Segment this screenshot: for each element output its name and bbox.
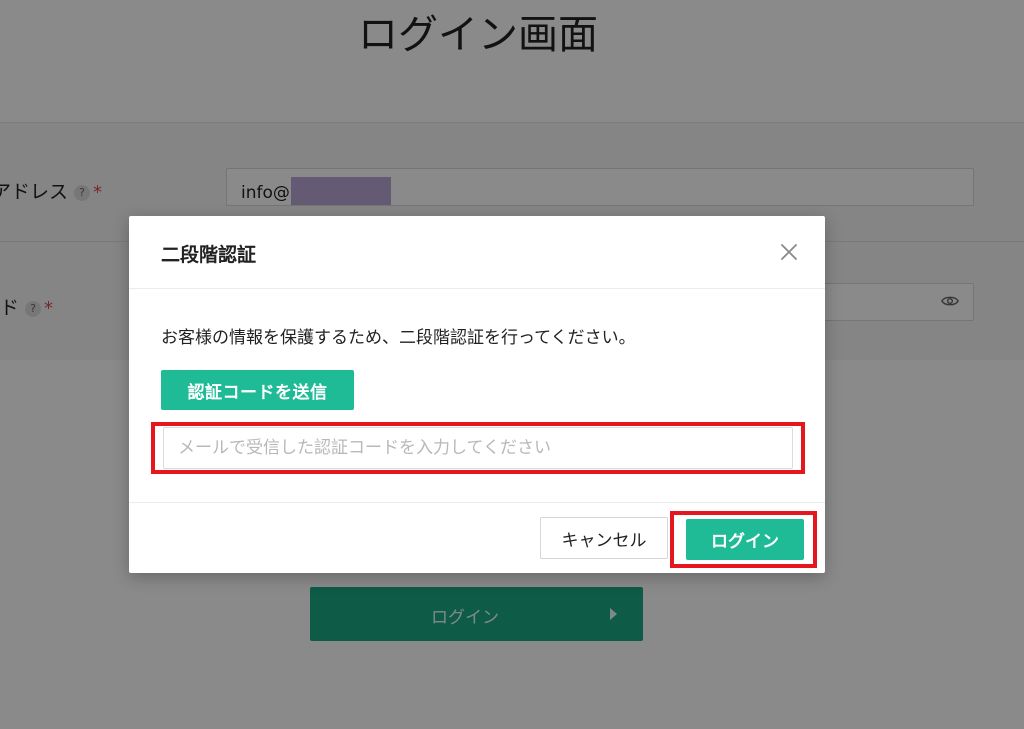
dialog-message: お客様の情報を保護するため、二段階認証を行ってください。 — [161, 328, 636, 348]
cancel-button[interactable]: キャンセル — [540, 517, 668, 559]
verification-code-input[interactable] — [163, 427, 793, 469]
close-button[interactable] — [777, 240, 801, 264]
dialog-footer: キャンセル ログイン — [129, 502, 825, 574]
close-icon — [781, 244, 797, 260]
dialog-login-button[interactable]: ログイン — [686, 519, 804, 560]
send-code-button[interactable]: 認証コードを送信 — [161, 370, 354, 410]
two-factor-dialog: 二段階認証 お客様の情報を保護するため、二段階認証を行ってください。 認証コード… — [129, 216, 825, 573]
dialog-header: 二段階認証 — [129, 216, 825, 289]
dialog-title: 二段階認証 — [161, 244, 257, 266]
